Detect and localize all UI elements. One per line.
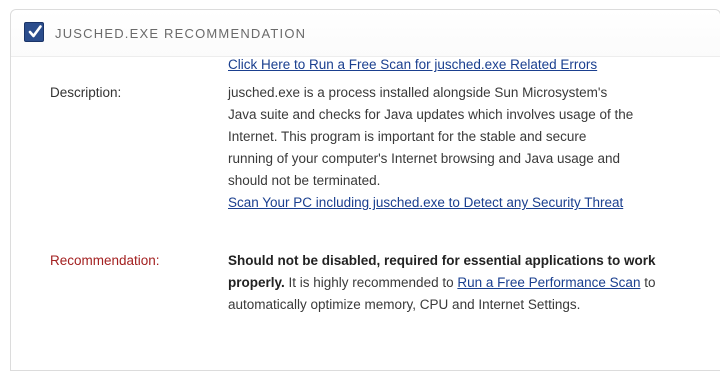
description-line: Internet. This program is important for … — [228, 129, 587, 144]
recommendation-text-before-link: It is highly recommended to — [284, 275, 458, 290]
description-line: jusched.exe is a process installed along… — [228, 85, 608, 100]
checkmark-icon — [24, 22, 44, 42]
recommendation-label: Recommendation: — [50, 253, 160, 268]
description-line: Java suite and checks for Java updates w… — [228, 107, 634, 122]
description-label: Description: — [50, 85, 122, 100]
description-line: running of your computer's Internet brow… — [228, 151, 621, 166]
free-scan-link[interactable]: Click Here to Run a Free Scan for jusche… — [228, 57, 597, 72]
description-text: jusched.exe is a process installed along… — [228, 82, 688, 214]
detect-threat-link[interactable]: Scan Your PC including jusched.exe to De… — [228, 192, 688, 214]
panel-title: JUSCHED.EXE RECOMMENDATION — [55, 26, 307, 41]
description-line: should not be terminated. — [228, 173, 381, 188]
recommendation-text: Should not be disabled, required for ess… — [228, 250, 688, 316]
performance-scan-link[interactable]: Run a Free Performance Scan — [457, 275, 640, 290]
panel-header: JUSCHED.EXE RECOMMENDATION — [11, 10, 720, 57]
